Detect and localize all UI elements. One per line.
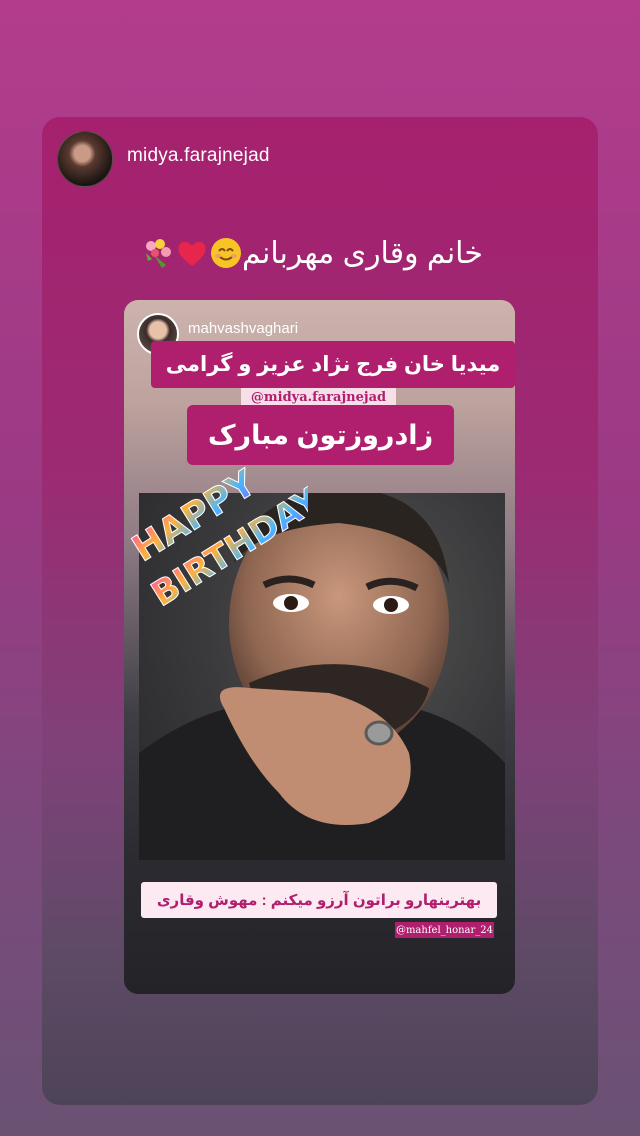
happy-birthday-art: HAPPY BIRTHDAY (125, 462, 308, 615)
mention-tag[interactable]: @midya.farajnejad (241, 388, 396, 406)
poster-avatar[interactable] (57, 131, 113, 187)
page-tag[interactable]: @mahfel_honar_24 (395, 922, 494, 938)
shared-post-username[interactable]: mahvashvaghari (188, 320, 298, 337)
caption-text: خانم وقاری مهربانم (242, 236, 483, 270)
wish-message: بهترینهارو براتون آرزو میکنم : مهوش وقار… (141, 882, 497, 918)
red-heart-emoji (178, 241, 206, 266)
greeting-banner: میدیا خان فرج نژاد عزیز و گرامی (151, 341, 515, 388)
story-caption: خانم وقاری مهربانم (140, 228, 500, 278)
bouquet-emoji (146, 239, 171, 268)
smiling-face-emoji (211, 238, 241, 268)
poster-username[interactable]: midya.farajnejad (127, 145, 270, 167)
